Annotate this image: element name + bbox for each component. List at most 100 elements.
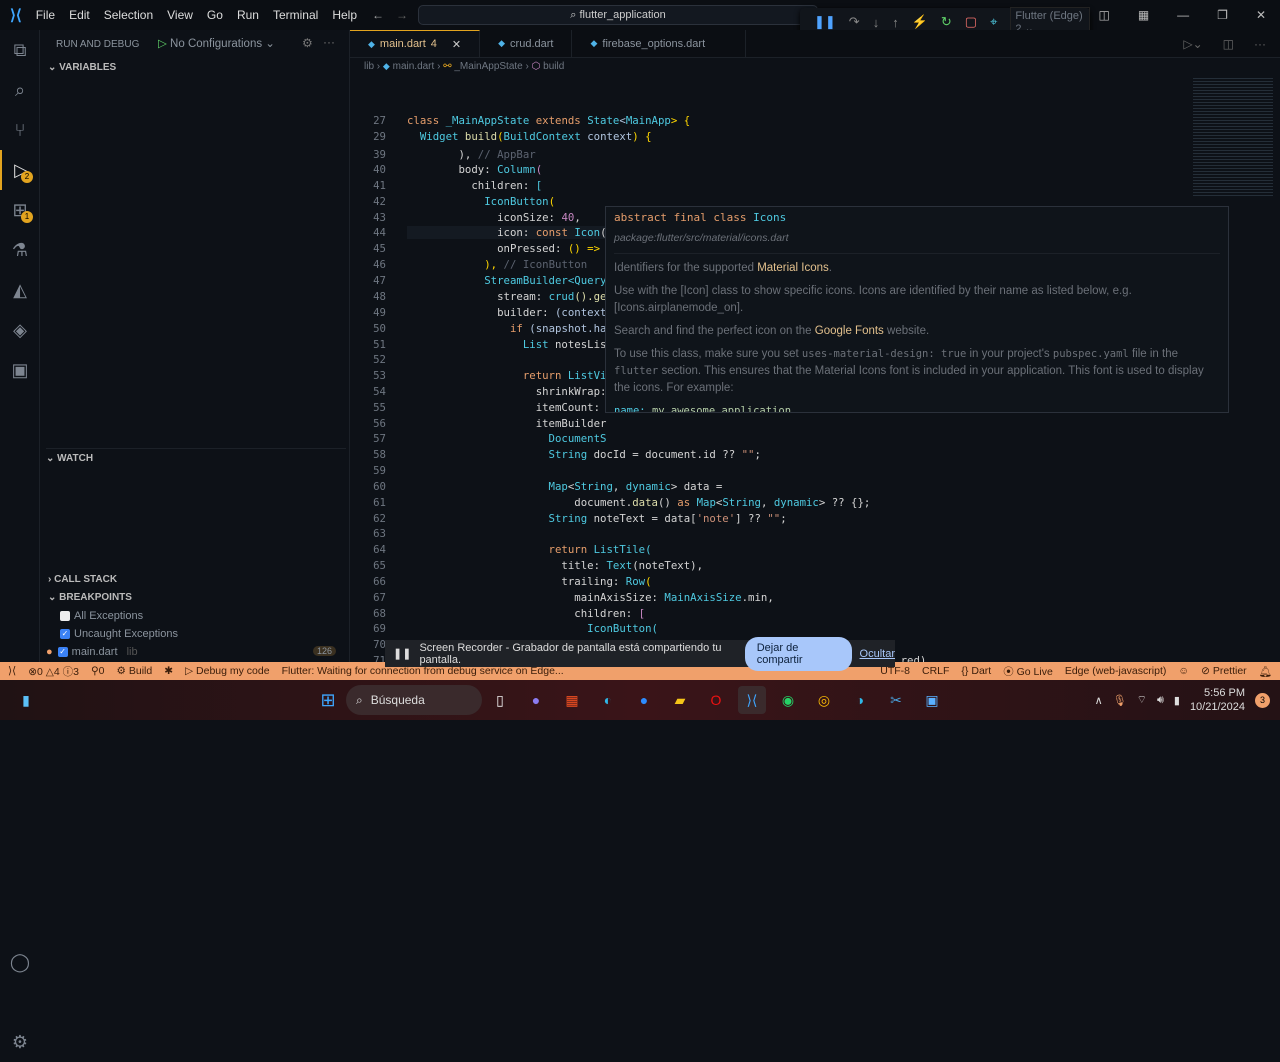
code-line[interactable]: Widget build(BuildContext context) { <box>407 130 652 143</box>
extensions-icon[interactable]: ⊞ 1 <box>0 190 40 230</box>
teams-icon[interactable]: ● <box>522 686 550 714</box>
code-line[interactable]: trailing: Row( <box>407 575 651 588</box>
breadcrumb-item[interactable]: build <box>543 61 564 72</box>
start-debugging-icon[interactable]: ▷ <box>158 38 170 50</box>
remote-icon[interactable]: ⟩⟨ <box>8 665 16 677</box>
code-line[interactable]: class _MainAppState extends State<MainAp… <box>407 114 690 127</box>
ports-indicator[interactable]: ⚲0 <box>91 665 105 677</box>
code-line[interactable]: ), // AppBar <box>407 148 535 161</box>
step-over-icon[interactable]: ↷ <box>849 14 860 30</box>
taskbar-search[interactable]: ⌕ Búsqueda <box>346 685 482 715</box>
back-icon[interactable]: ← <box>372 8 384 22</box>
explorer-icon[interactable]: ⧉ <box>0 30 40 70</box>
screen-recorder-icon[interactable]: ▣ <box>918 686 946 714</box>
menu-help[interactable]: Help <box>332 8 357 22</box>
code-line[interactable]: List notesLis <box>407 338 607 351</box>
menu-go[interactable]: Go <box>207 8 223 22</box>
build-button[interactable]: ⚙ Build <box>117 665 153 677</box>
code-line[interactable]: Map<String, dynamic> data = <box>407 480 723 493</box>
watch-section-header[interactable]: ⌄ WATCH <box>46 448 346 464</box>
close-tab-icon[interactable]: ✕ <box>452 38 461 51</box>
minimap[interactable] <box>1193 76 1273 196</box>
flutter-icon[interactable]: ◭ <box>0 270 40 310</box>
widgets-icon[interactable]: ▮ <box>12 686 40 714</box>
restore-icon[interactable]: ❐ <box>1217 0 1228 30</box>
task-view-icon[interactable]: ▯ <box>486 686 514 714</box>
volume-icon[interactable]: 🔊︎ <box>1157 694 1164 707</box>
breadcrumb-item[interactable]: _MainAppState <box>454 61 522 72</box>
breadcrumb-item[interactable]: lib <box>364 61 374 72</box>
store-icon[interactable]: ▦ <box>558 686 586 714</box>
code-line[interactable]: body: Column( <box>407 163 542 176</box>
edge-dev-icon[interactable]: ◑ <box>846 686 874 714</box>
menu-selection[interactable]: Selection <box>104 8 153 22</box>
bug-icon[interactable]: ✱ <box>164 665 173 677</box>
code-line[interactable]: title: Text(noteText), <box>407 559 703 572</box>
code-line[interactable]: IconButton( <box>407 622 658 635</box>
code-line[interactable]: IconButton( <box>407 195 555 208</box>
debug-settings-gear-icon[interactable]: ⚙ <box>302 36 313 50</box>
chrome-icon[interactable]: ◎ <box>810 686 838 714</box>
breakpoints-section-header[interactable]: ⌄ BREAKPOINTS <box>48 592 132 603</box>
problems-indicator[interactable]: ⊗0 △4 ⓘ3 <box>28 664 79 679</box>
hide-link[interactable]: Ocultar <box>860 648 895 660</box>
restart-icon[interactable]: ↻ <box>941 14 952 30</box>
microphone-icon[interactable]: 🎙︎ <box>1113 694 1127 707</box>
code-line[interactable]: mainAxisSize: MainAxisSize.min, <box>407 591 774 604</box>
clock[interactable]: 5:56 PM 10/21/2024 <box>1190 686 1245 714</box>
code-line[interactable]: stream: crud().ge <box>407 290 606 303</box>
call-stack-section-header[interactable]: › CALL STACK <box>48 574 117 585</box>
command-center-search[interactable]: ⌕ flutter_application <box>418 5 818 25</box>
opera-icon[interactable]: O <box>702 686 730 714</box>
eol-indicator[interactable]: CRLF <box>922 665 949 677</box>
account-icon[interactable]: ◯ <box>0 942 40 982</box>
debug-my-code-button[interactable]: ▷ Debug my code <box>185 665 270 677</box>
launch-config-select[interactable]: ▷ No Configurations ⌄ <box>158 36 293 52</box>
code-line[interactable]: children: [ <box>407 179 542 192</box>
run-icon[interactable]: ▷⌄ <box>1183 37 1202 51</box>
code-line[interactable]: shrinkWrap: <box>407 385 607 398</box>
breakpoint-all-exceptions[interactable]: All Exceptions <box>60 610 143 622</box>
notification-badge[interactable]: 3 <box>1255 692 1270 708</box>
go-live-button[interactable]: ⦿ Go Live <box>1003 664 1053 679</box>
snipping-tool-icon[interactable]: ✂ <box>882 686 910 714</box>
pause-icon[interactable]: ❚❚ <box>814 14 836 30</box>
device-indicator[interactable]: Edge (web-javascript) <box>1065 665 1167 677</box>
tab-crud-dart[interactable]: ◆ crud.dart <box>480 30 573 57</box>
step-out-icon[interactable]: ↑ <box>892 15 899 30</box>
breadcrumb-item[interactable]: main.dart <box>393 61 435 72</box>
windows-start-icon[interactable]: ⊞ <box>314 686 342 714</box>
hot-reload-icon[interactable]: ⚡ <box>912 14 928 30</box>
copilot-icon[interactable]: ☺ <box>1178 665 1189 677</box>
more-actions-icon[interactable]: ··· <box>323 35 335 49</box>
dart-icon[interactable]: ◈ <box>0 310 40 350</box>
run-debug-icon[interactable]: ▷ 2 <box>0 150 40 190</box>
code-line[interactable]: ), // IconButton <box>407 258 587 271</box>
stop-icon[interactable]: ▢ <box>965 14 977 30</box>
breakpoint-main-dart[interactable]: ● ✓ main.dart lib 126 <box>46 646 346 658</box>
menu-file[interactable]: File <box>36 8 55 22</box>
code-line[interactable]: String noteText = data['note'] ?? ""; <box>407 512 787 525</box>
code-line[interactable]: if (snapshot.ha <box>407 322 607 335</box>
whatsapp-icon[interactable]: ◉ <box>774 686 802 714</box>
inspect-icon[interactable]: ⌖ <box>990 14 997 30</box>
material-icons-link[interactable]: Material Icons <box>757 262 829 274</box>
settings-gear-icon[interactable]: ⚙ <box>0 1022 40 1062</box>
language-indicator[interactable]: {} Dart <box>961 665 991 677</box>
checkbox[interactable] <box>60 611 70 622</box>
show-hidden-icons[interactable]: ∧ <box>1095 694 1103 707</box>
edge-icon[interactable]: ◐ <box>594 686 622 714</box>
code-line[interactable]: StreamBuilder<Query <box>407 274 606 287</box>
minimize-icon[interactable]: — <box>1177 0 1189 30</box>
code-line[interactable]: return ListVi <box>407 369 607 382</box>
menu-view[interactable]: View <box>167 8 193 22</box>
notifications-bell-icon[interactable]: 🔔︎ <box>1259 665 1280 678</box>
code-line[interactable]: children: [ <box>407 607 645 620</box>
close-window-icon[interactable]: ✕ <box>1256 0 1266 30</box>
code-line[interactable]: iconSize: 40, <box>407 211 581 224</box>
code-line[interactable]: DocumentS <box>407 432 607 445</box>
variables-section-header[interactable]: ⌄ VARIABLES <box>48 62 116 73</box>
wifi-icon[interactable]: ⌔ <box>1137 693 1147 707</box>
sidebar-toggle-icon[interactable]: ◫ <box>1098 0 1109 30</box>
code-line[interactable]: itemBuilder <box>407 417 607 430</box>
